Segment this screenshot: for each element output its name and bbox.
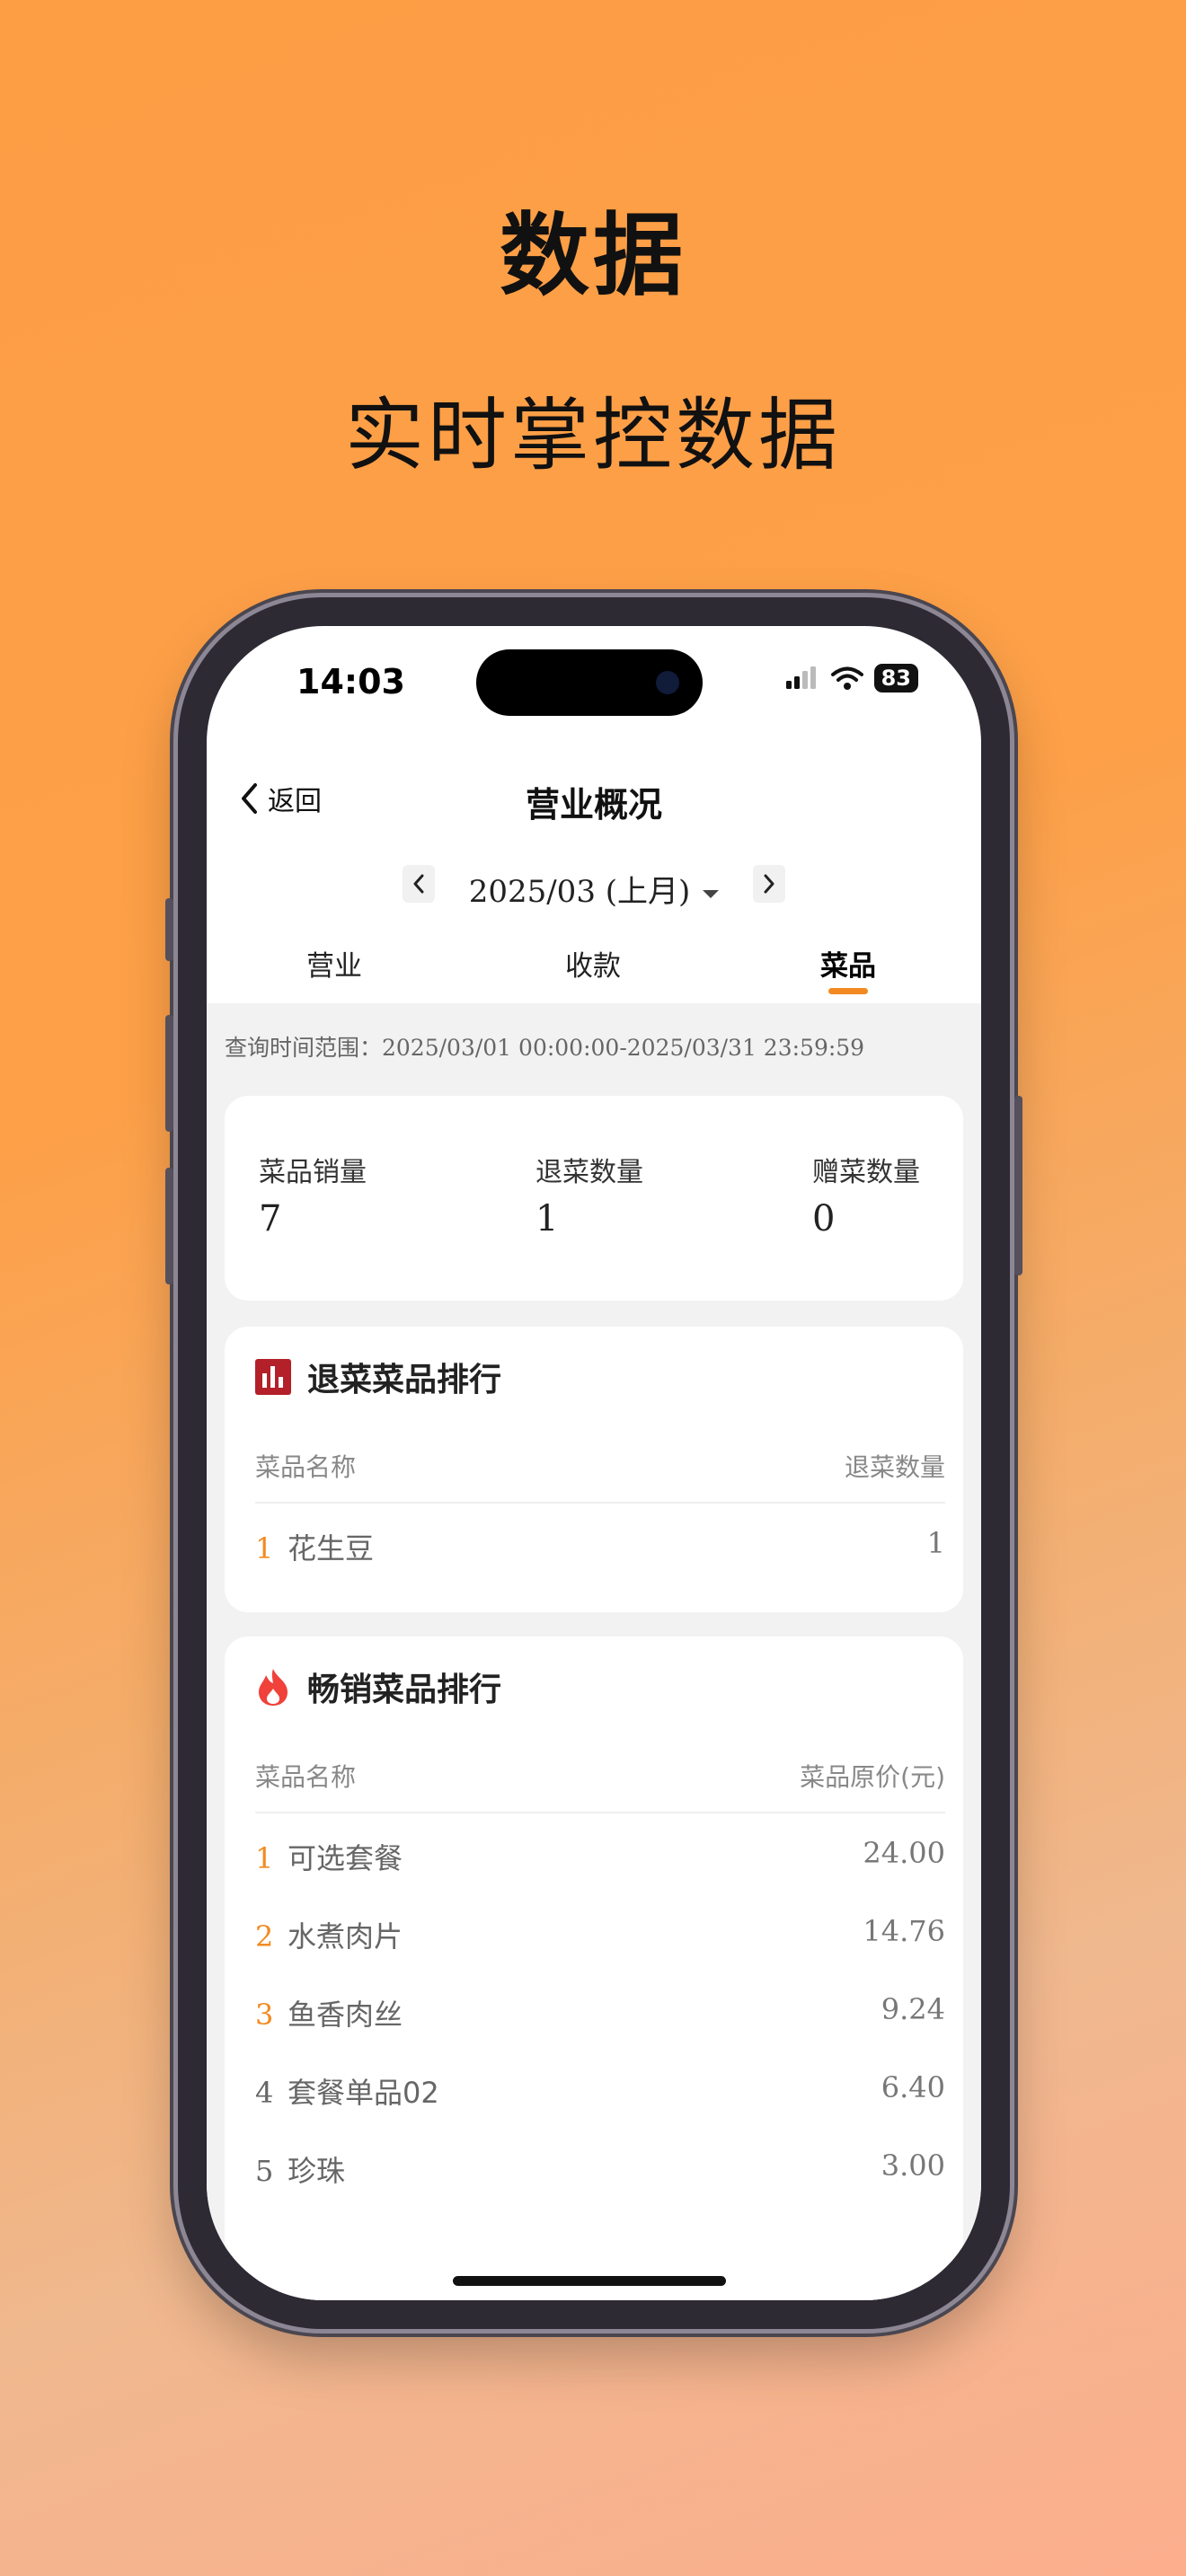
- wifi-icon: [830, 666, 863, 690]
- card-header: 畅销菜品排行: [255, 1663, 501, 1710]
- dynamic-island: [476, 649, 703, 716]
- stat-label: 赠菜数量: [812, 1157, 920, 1188]
- page-title: 营业概况: [525, 785, 662, 825]
- rank-number: 2: [255, 1919, 274, 1954]
- list-item[interactable]: 2 水煮肉片 14.76: [255, 1914, 945, 1968]
- dish-name: 套餐单品02: [288, 2076, 439, 2110]
- list-item[interactable]: 4 套餐单品02 6.40: [255, 2070, 945, 2124]
- status-time: 14:03: [296, 662, 405, 701]
- stat-sales: 菜品销量 7: [259, 1150, 367, 1239]
- caret-down-icon: [703, 889, 720, 898]
- dish-value: 24.00: [863, 1836, 945, 1870]
- dish-value: 6.40: [881, 2070, 945, 2104]
- rank-number: 5: [255, 2154, 274, 2188]
- status-icons: 83: [784, 664, 918, 693]
- dish-value: 14.76: [863, 1914, 945, 1948]
- dish-name: 花生豆: [288, 1531, 375, 1566]
- divider: [255, 1502, 945, 1504]
- rank-number: 1: [255, 1841, 274, 1875]
- hero-subtitle: 实时掌控数据: [344, 389, 841, 481]
- stat-value: 1: [535, 1198, 559, 1239]
- dish-value: 1: [926, 1526, 945, 1560]
- stat-returns: 退菜数量 1: [535, 1150, 643, 1239]
- stat-label: 退菜数量: [535, 1157, 643, 1188]
- tab-business[interactable]: 营业: [244, 943, 424, 984]
- action-button: [165, 898, 173, 961]
- summary-card: 菜品销量 7 退菜数量 1 赠菜数量 0: [225, 1096, 963, 1301]
- hero-title: 数据: [500, 203, 686, 308]
- dish-name: 可选套餐: [288, 1841, 403, 1875]
- stat-value: 0: [812, 1198, 836, 1239]
- tab-payments[interactable]: 收款: [503, 943, 683, 984]
- query-range: 查询时间范围：2025/03/01 00:00:00-2025/03/31 23…: [225, 1035, 865, 1061]
- bar-chart-icon: [255, 1359, 291, 1395]
- return-ranking-card: 退菜菜品排行 菜品名称 退菜数量 1 花生豆 1: [225, 1327, 963, 1612]
- phone-frame: 14:03 83 返回 营业概况 2025/03 (上月) 营业 收款 菜品 查…: [165, 597, 1022, 2329]
- column-header-value: 退菜数量: [844, 1452, 945, 1482]
- list-item[interactable]: 5 珍珠 3.00: [255, 2148, 945, 2202]
- column-header-name: 菜品名称: [255, 1762, 357, 1792]
- phone-screen: 14:03 83 返回 营业概况 2025/03 (上月) 营业 收款 菜品 查…: [207, 626, 981, 2300]
- dish-value: 9.24: [881, 1992, 945, 2026]
- nav-bar: 返回 营业概况: [207, 761, 981, 833]
- column-header-value: 菜品原价(元): [800, 1762, 945, 1792]
- rank-number: 4: [255, 2076, 274, 2110]
- bestseller-ranking-card: 畅销菜品排行 菜品名称 菜品原价(元) 1 可选套餐 24.00 2 水煮肉片 14…: [225, 1636, 963, 2300]
- list-item[interactable]: 3 鱼香肉丝 9.24: [255, 1992, 945, 2046]
- divider: [255, 1812, 945, 1813]
- content-area: 查询时间范围：2025/03/01 00:00:00-2025/03/31 23…: [207, 1003, 981, 2300]
- volume-down-button: [165, 1168, 173, 1284]
- list-item[interactable]: 1 花生豆 1: [255, 1526, 945, 1580]
- dish-value: 3.00: [881, 2148, 945, 2183]
- flame-icon: [259, 1669, 288, 1706]
- date-dropdown[interactable]: 2025/03 (上月): [207, 867, 981, 911]
- camera-icon: [656, 671, 679, 694]
- dish-name: 鱼香肉丝: [288, 1998, 403, 2032]
- card-title: 畅销菜品排行: [307, 1672, 502, 1708]
- volume-up-button: [165, 1015, 173, 1132]
- next-month-button[interactable]: [753, 865, 785, 903]
- stat-label: 菜品销量: [259, 1157, 367, 1188]
- tab-bar: 营业 收款 菜品: [207, 936, 981, 999]
- home-indicator[interactable]: [453, 2276, 726, 2286]
- stat-gifts: 赠菜数量 0: [812, 1150, 920, 1239]
- date-value: 2025/03 (上月): [468, 874, 691, 910]
- dish-name: 珍珠: [288, 2154, 346, 2188]
- column-header-name: 菜品名称: [255, 1452, 357, 1482]
- battery-icon: 83: [873, 664, 918, 693]
- chevron-right-icon: [764, 874, 774, 894]
- card-title: 退菜菜品排行: [307, 1362, 502, 1398]
- rank-number: 1: [255, 1531, 274, 1566]
- tab-dishes[interactable]: 菜品: [758, 943, 938, 984]
- active-tab-indicator: [828, 988, 868, 994]
- dish-name: 水煮肉片: [288, 1919, 403, 1954]
- power-button: [1014, 1096, 1022, 1275]
- stat-value: 7: [259, 1198, 282, 1239]
- cellular-signal-icon: [785, 666, 816, 689]
- date-selector: 2025/03 (上月): [207, 858, 981, 912]
- list-item[interactable]: 1 可选套餐 24.00: [255, 1836, 945, 1890]
- card-header: 退菜菜品排行: [255, 1354, 501, 1400]
- rank-number: 3: [255, 1998, 274, 2032]
